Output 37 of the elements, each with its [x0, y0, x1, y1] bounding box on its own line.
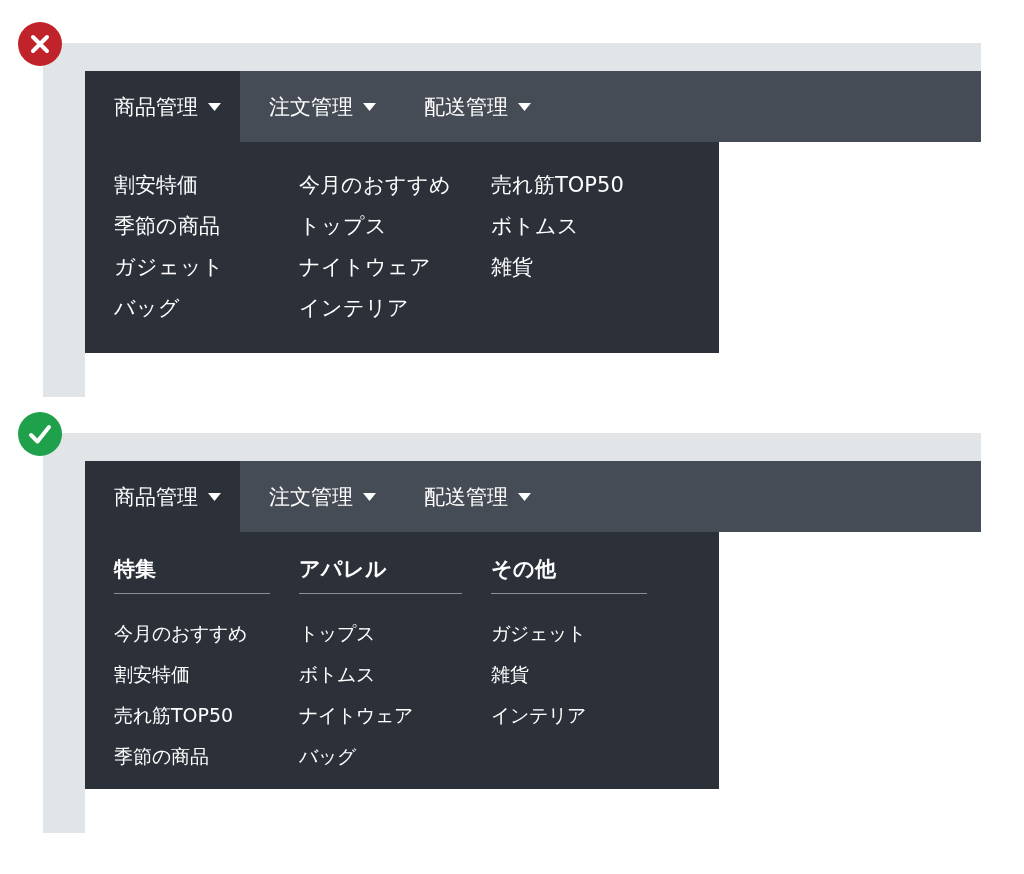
- menu-item[interactable]: ナイトウェア: [299, 695, 413, 736]
- menu-item[interactable]: 売れ筋TOP50: [114, 695, 234, 736]
- caret-icon: [518, 102, 531, 111]
- caret-icon: [208, 492, 221, 501]
- caret-icon: [208, 102, 221, 111]
- group-heading: 特集: [114, 556, 156, 583]
- nav-tab[interactable]: 配送管理: [395, 461, 550, 532]
- nav-tab[interactable]: 注文管理: [240, 461, 395, 532]
- menu-item[interactable]: 割安特価: [114, 654, 190, 695]
- group-heading: アパレル: [299, 556, 387, 583]
- group-heading: その他: [491, 556, 556, 583]
- menu-item[interactable]: 今月のおすすめ: [299, 165, 451, 206]
- caret-icon: [363, 102, 376, 111]
- nav-tab[interactable]: 商品管理: [85, 71, 240, 142]
- menu-item[interactable]: バッグ: [299, 736, 356, 777]
- nav-tab[interactable]: 商品管理: [85, 461, 240, 532]
- menu-item[interactable]: トップス: [299, 206, 387, 247]
- menu-item[interactable]: トップス: [299, 613, 375, 654]
- menu-item[interactable]: 雑貨: [491, 654, 529, 695]
- menu-item[interactable]: バッグ: [114, 288, 180, 329]
- menu-item[interactable]: ガジェット: [114, 247, 224, 288]
- menu-item[interactable]: ボトムス: [299, 654, 375, 695]
- caret-icon: [363, 492, 376, 501]
- menu-item[interactable]: インテリア: [491, 695, 586, 736]
- menu-item[interactable]: ボトムス: [491, 206, 579, 247]
- menu-item[interactable]: 季節の商品: [114, 206, 220, 247]
- menu-item[interactable]: ガジェット: [491, 613, 586, 654]
- menu-item[interactable]: インテリア: [299, 288, 409, 329]
- menu-item[interactable]: 今月のおすすめ: [114, 613, 247, 654]
- menu-item[interactable]: 割安特価: [114, 165, 198, 206]
- menu-item[interactable]: 売れ筋TOP50: [491, 165, 624, 206]
- menu-item[interactable]: ナイトウェア: [299, 247, 431, 288]
- menu-item[interactable]: 季節の商品: [114, 736, 209, 777]
- menu-item[interactable]: 雑貨: [491, 247, 533, 288]
- nav-tab[interactable]: 注文管理: [240, 71, 395, 142]
- nav-tab[interactable]: 配送管理: [395, 71, 550, 142]
- caret-icon: [518, 492, 531, 501]
